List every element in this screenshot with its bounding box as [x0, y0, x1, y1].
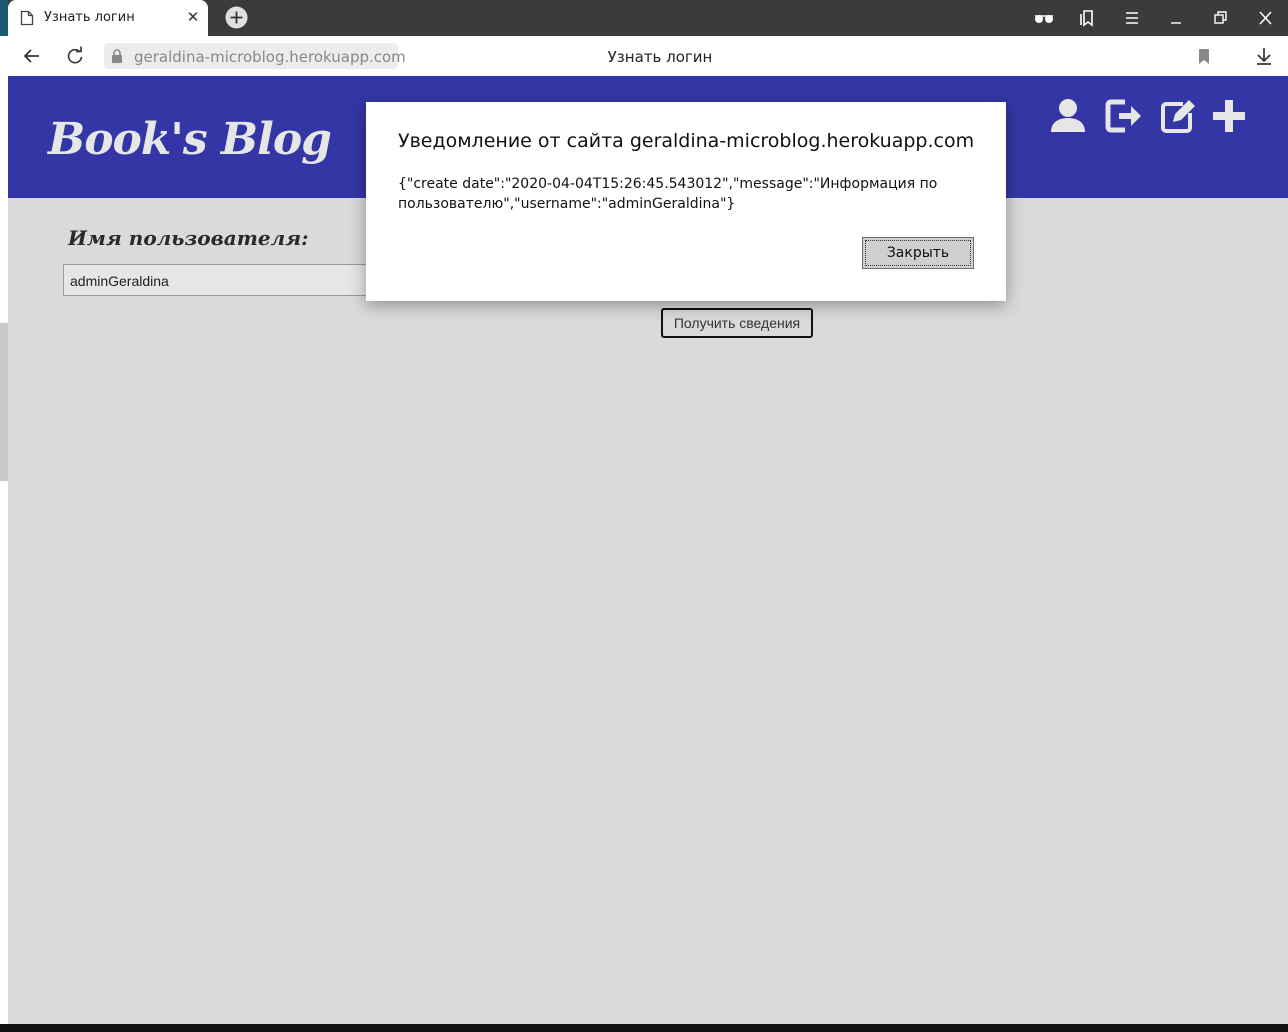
menu-icon[interactable] — [1120, 6, 1144, 30]
browser-titlebar: Узнать логин ✕ — [0, 0, 1288, 36]
url-field[interactable]: geraldina-microblog.herokuapp.com — [104, 43, 406, 69]
get-info-button[interactable]: Получить сведения — [661, 308, 813, 338]
plus-icon[interactable] — [1209, 96, 1249, 136]
browser-tab[interactable]: Узнать логин ✕ — [8, 0, 208, 36]
tab-close-icon[interactable]: ✕ — [184, 8, 202, 26]
dialog-message: {"create date":"2020-04-04T15:26:45.5430… — [398, 176, 938, 212]
user-icon[interactable] — [1048, 96, 1088, 136]
tab-title: Узнать логин — [44, 10, 135, 25]
reload-icon[interactable] — [63, 44, 87, 68]
back-icon[interactable] — [20, 44, 44, 68]
logout-icon[interactable] — [1103, 96, 1143, 136]
bookmark-icon[interactable] — [1192, 44, 1216, 68]
new-tab-icon[interactable] — [225, 6, 248, 29]
username-label: Имя пользователя: — [68, 226, 309, 250]
address-bar: geraldina-microblog.herokuapp.com Узнать… — [0, 36, 1288, 76]
tab-accent — [0, 0, 8, 36]
side-scrollbar[interactable] — [0, 323, 8, 481]
taskbar-edge — [0, 1024, 1288, 1032]
page-icon — [20, 10, 34, 26]
site-logo[interactable]: Book's Blog — [48, 114, 332, 165]
side-panel-strip — [0, 76, 8, 1024]
collections-icon[interactable] — [1076, 6, 1100, 30]
download-icon[interactable] — [1252, 44, 1276, 68]
url-text: geraldina-microblog.herokuapp.com — [134, 48, 406, 66]
minimize-icon[interactable] — [1164, 6, 1188, 30]
reader-mode-icon[interactable] — [1032, 6, 1056, 30]
dialog-close-button[interactable]: Закрыть — [862, 237, 974, 269]
page-title: Узнать логин — [607, 48, 713, 66]
dialog-title: Уведомление от сайта geraldina-microblog… — [398, 130, 975, 152]
close-window-icon[interactable] — [1253, 6, 1277, 30]
lock-icon — [112, 49, 122, 63]
edit-icon[interactable] — [1157, 96, 1197, 136]
restore-icon[interactable] — [1208, 6, 1232, 30]
alert-dialog: Уведомление от сайта geraldina-microblog… — [366, 102, 1006, 301]
